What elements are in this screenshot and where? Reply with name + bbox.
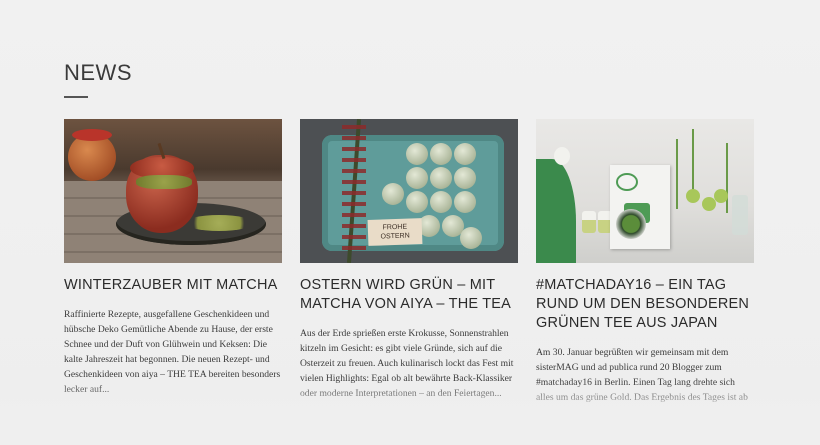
article-title[interactable]: WINTERZAUBER MIT MATCHA	[64, 276, 282, 295]
news-card[interactable]: FROHE OSTERN OSTERN WIRD GRÜN – MIT MATC…	[300, 119, 518, 401]
article-image-egg-carton[interactable]: FROHE OSTERN	[300, 119, 518, 263]
news-card[interactable]: WINTERZAUBER MIT MATCHA Raffinierte Reze…	[64, 119, 282, 397]
article-image-matcha-table[interactable]	[536, 119, 754, 263]
article-title[interactable]: OSTERN WIRD GRÜN – MIT MATCHA VON AIYA –…	[300, 276, 518, 314]
news-page: NEWS WINTERZAUBER MIT MATCHA Raffinierte…	[0, 0, 820, 445]
easter-tag: FROHE OSTERN	[367, 218, 423, 246]
section-heading: NEWS	[64, 60, 132, 85]
bottom-fade-overlay	[0, 382, 820, 445]
heading-underline	[64, 96, 88, 98]
news-card[interactable]: #MATCHADAY16 – EIN TAG RUND UM DEN BESON…	[536, 119, 754, 405]
article-image-matcha-apple[interactable]	[64, 119, 282, 263]
article-title[interactable]: #MATCHADAY16 – EIN TAG RUND UM DEN BESON…	[536, 276, 754, 333]
